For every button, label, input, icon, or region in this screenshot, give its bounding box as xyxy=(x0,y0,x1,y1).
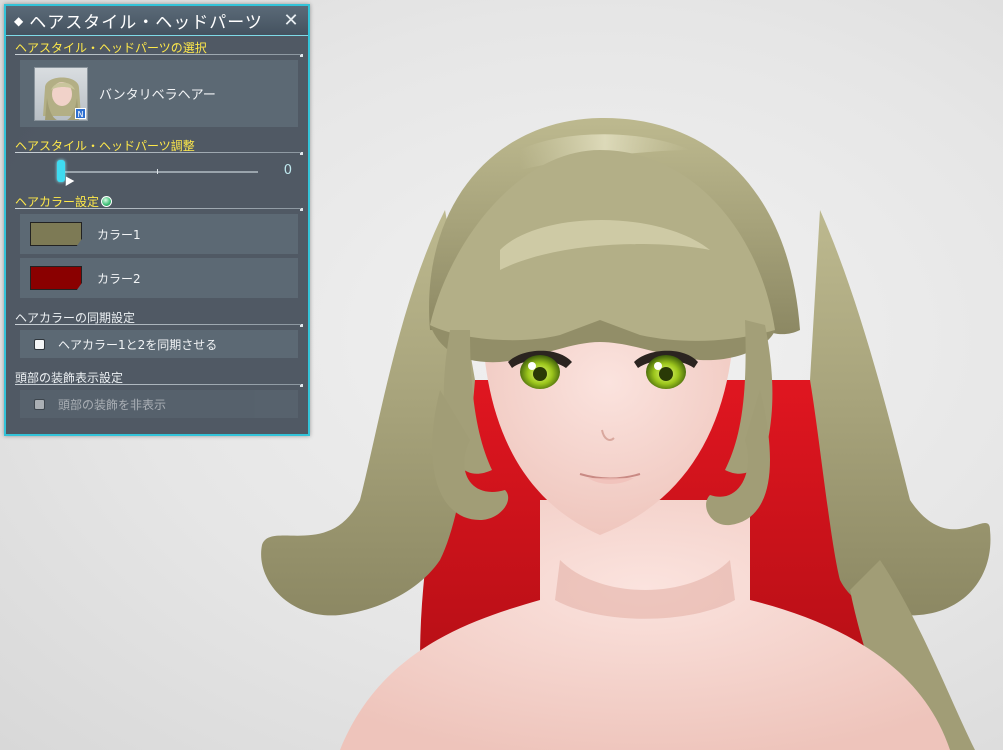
section-heading-hair-adjust: ヘアスタイル・ヘッドパーツ調整 xyxy=(15,134,303,155)
hide-head-deco-checkbox-row: 頭部の装飾を非表示 xyxy=(20,390,298,418)
color-label: カラー2 xyxy=(97,271,141,286)
hide-head-deco-checkbox xyxy=(34,398,45,410)
hairstyle-panel: ◆ ヘアスタイル・ヘッドパーツ ✕ ヘアスタイル・ヘッドパーツの選択 N バンタ… xyxy=(4,4,310,436)
slider-center-tick xyxy=(157,169,158,174)
checkbox-label: 頭部の装飾を非表示 xyxy=(58,397,167,412)
section-heading-sync: ヘアカラーの同期設定 xyxy=(15,306,303,327)
hairstyle-select-button[interactable]: N バンタリベラヘアー xyxy=(20,60,298,127)
new-badge-icon: N xyxy=(75,107,86,119)
section-heading-head-deco: 頭部の装飾表示設定 xyxy=(15,366,303,387)
slider-value: 0 xyxy=(283,163,292,178)
close-button[interactable]: ✕ xyxy=(282,10,300,31)
slider-track[interactable] xyxy=(60,171,258,173)
section-heading-hair-color: ヘアカラー設定 xyxy=(15,190,303,211)
selected-hairstyle-name: バンタリベラヘアー xyxy=(99,88,216,103)
hair-color-2-button[interactable]: カラー2 xyxy=(20,258,298,298)
section-heading-hair-select: ヘアスタイル・ヘッドパーツの選択 xyxy=(15,36,303,57)
color-swatch-2 xyxy=(30,266,82,290)
color-swatch-1 xyxy=(30,222,82,246)
premium-gem-icon xyxy=(101,196,113,207)
hair-adjust-slider[interactable]: 0 xyxy=(20,154,298,190)
checkbox-label: ヘアカラー1と2を同期させる xyxy=(58,337,218,352)
hairstyle-thumbnail: N xyxy=(34,66,88,121)
sync-colors-checkbox-row[interactable]: ヘアカラー1と2を同期させる xyxy=(20,330,298,358)
section-heading-text: 頭部の装飾表示設定 xyxy=(15,371,124,385)
section-heading-text: ヘアスタイル・ヘッドパーツの選択 xyxy=(15,41,207,55)
hair-color-1-button[interactable]: カラー1 xyxy=(20,214,298,254)
diamond-icon: ◆ xyxy=(14,13,24,28)
panel-titlebar[interactable]: ◆ ヘアスタイル・ヘッドパーツ ✕ xyxy=(6,6,308,36)
color-label: カラー1 xyxy=(97,227,141,242)
sync-colors-checkbox[interactable] xyxy=(34,338,45,350)
section-heading-text: ヘアカラーの同期設定 xyxy=(15,311,136,325)
section-heading-text: ヘアスタイル・ヘッドパーツ調整 xyxy=(15,139,195,153)
panel-title: ヘアスタイル・ヘッドパーツ xyxy=(29,13,263,33)
section-heading-text: ヘアカラー設定 xyxy=(15,195,100,209)
